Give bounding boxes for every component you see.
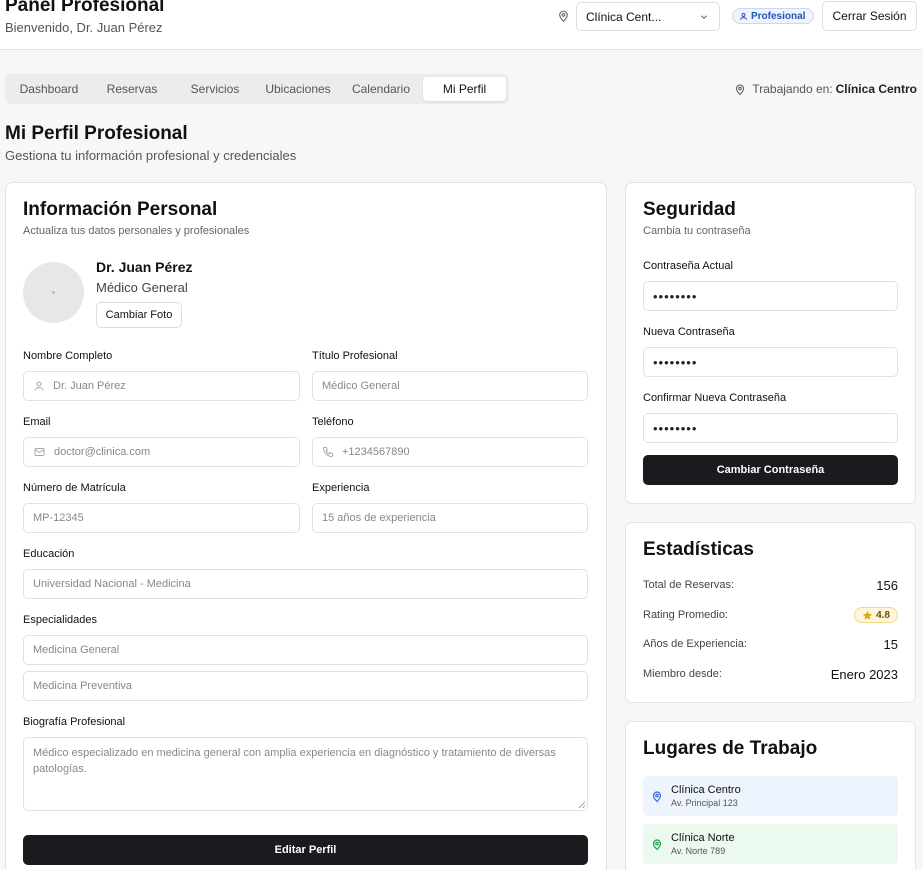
tab-dashboard[interactable]: Dashboard xyxy=(8,77,90,101)
specialty-field-1[interactable]: Medicina General xyxy=(23,635,588,665)
bio-value: Médico especializado en medicina general… xyxy=(33,747,556,775)
phone-label: Teléfono xyxy=(312,416,354,428)
prof-title-label: Título Profesional xyxy=(312,350,398,362)
location-pin-icon xyxy=(652,790,662,802)
current-password-label: Contraseña Actual xyxy=(643,260,733,272)
tab-reservas[interactable]: Reservas xyxy=(91,77,173,101)
education-value: Universidad Nacional - Medicina xyxy=(33,578,191,590)
user-icon xyxy=(740,12,747,20)
security-subtitle: Cambia tu contraseña xyxy=(643,225,751,237)
rating-badge: 4.8 xyxy=(854,607,898,623)
full-name-field[interactable]: Dr. Juan Pérez xyxy=(23,371,300,401)
tab-servicios[interactable]: Servicios xyxy=(174,77,256,101)
role-badge: Profesional xyxy=(732,8,815,24)
page-title: Mi Perfil Profesional xyxy=(5,123,188,144)
email-label: Email xyxy=(23,416,51,428)
current-password-value: •••••••• xyxy=(653,288,698,304)
new-password-input[interactable]: •••••••• xyxy=(643,347,898,377)
page-subtitle: Gestiona tu información profesional y cr… xyxy=(5,148,297,163)
personal-info-title: Información Personal xyxy=(23,199,218,220)
workplace-item[interactable]: Clínica Centro Av. Principal 123 xyxy=(643,776,898,816)
current-password-input[interactable]: •••••••• xyxy=(643,281,898,311)
working-at: Trabajando en: Clínica Centro xyxy=(734,82,917,96)
profile-name: Dr. Juan Pérez xyxy=(96,259,193,275)
mail-icon xyxy=(34,448,45,456)
rating-value: 4.8 xyxy=(876,609,890,621)
working-prefix: Trabajando en: xyxy=(752,82,833,96)
stat-label-experience: Años de Experiencia: xyxy=(643,638,747,650)
education-field[interactable]: Universidad Nacional - Medicina xyxy=(23,569,588,599)
profile-specialty: Médico General xyxy=(96,280,188,295)
workplaces-title: Lugares de Trabajo xyxy=(643,738,818,759)
specialty-value-2: Medicina Preventiva xyxy=(33,680,133,692)
license-field[interactable]: MP-12345 xyxy=(23,503,300,533)
clinic-select[interactable]: Clínica Cent... xyxy=(576,2,720,31)
full-name-label: Nombre Completo xyxy=(23,350,113,362)
confirm-password-input[interactable]: •••••••• xyxy=(643,413,898,443)
experience-value: 15 años de experiencia xyxy=(322,512,436,524)
experience-field[interactable]: 15 años de experiencia xyxy=(312,503,588,533)
stats-title: Estadísticas xyxy=(643,539,754,560)
top-header: Panel Profesional Bienvenido, Dr. Juan P… xyxy=(0,0,923,50)
confirm-password-label: Confirmar Nueva Contraseña xyxy=(643,392,787,404)
change-password-button[interactable]: Cambiar Contraseña xyxy=(643,455,898,485)
experience-label: Experiencia xyxy=(312,482,370,494)
workplace-name: Clínica Centro xyxy=(671,784,741,796)
stat-label-rating: Rating Promedio: xyxy=(643,609,728,621)
phone-field[interactable]: +1234567890 xyxy=(312,437,588,467)
prof-title-field[interactable]: Médico General xyxy=(312,371,588,401)
new-password-value: •••••••• xyxy=(653,354,698,370)
tab-calendario[interactable]: Calendario xyxy=(340,77,422,101)
location-pin-icon xyxy=(652,838,662,850)
location-pin-icon xyxy=(559,10,568,23)
bio-label: Biografía Profesional xyxy=(23,716,126,728)
education-label: Educación xyxy=(23,548,75,560)
phone-value: +1234567890 xyxy=(342,446,410,458)
clinic-select-value: Clínica Cent... xyxy=(586,10,662,24)
edit-profile-button[interactable]: Editar Perfil xyxy=(23,835,588,865)
main-tabs: Dashboard Reservas Servicios Ubicaciones… xyxy=(5,74,509,104)
working-clinic: Clínica Centro xyxy=(835,82,917,96)
specialty-value-1: Medicina General xyxy=(33,644,120,656)
tab-ubicaciones[interactable]: Ubicaciones xyxy=(257,77,339,101)
workplace-item[interactable]: Clínica Norte Av. Norte 789 xyxy=(643,824,898,864)
role-badge-label: Profesional xyxy=(751,10,806,22)
chevron-down-icon xyxy=(701,15,707,19)
workplace-name: Clínica Norte xyxy=(671,832,735,844)
workplace-address: Av. Norte 789 xyxy=(671,846,726,856)
bio-textarea[interactable]: Médico especializado en medicina general… xyxy=(23,737,588,811)
avatar xyxy=(23,262,84,323)
license-label: Número de Matrícula xyxy=(23,482,126,494)
user-icon xyxy=(34,381,44,391)
stat-label-reservas: Total de Reservas: xyxy=(643,579,735,591)
change-photo-button[interactable]: Cambiar Foto xyxy=(96,302,182,328)
stat-value-member: Enero 2023 xyxy=(830,667,898,682)
phone-icon xyxy=(322,447,333,458)
prof-title-value: Médico General xyxy=(322,380,400,392)
logout-button[interactable]: Cerrar Sesión xyxy=(822,1,917,31)
resize-handle-icon[interactable] xyxy=(578,801,585,808)
welcome-text: Bienvenido, Dr. Juan Pérez xyxy=(5,20,163,35)
specialties-label: Especialidades xyxy=(23,614,97,626)
email-field[interactable]: doctor@clinica.com xyxy=(23,437,300,467)
stat-value-experience: 15 xyxy=(883,637,898,652)
tab-mi-perfil[interactable]: Mi Perfil xyxy=(423,77,506,101)
email-value: doctor@clinica.com xyxy=(54,446,151,458)
stat-value-reservas: 156 xyxy=(876,578,898,593)
star-icon xyxy=(863,610,873,620)
confirm-password-value: •••••••• xyxy=(653,420,698,436)
security-title: Seguridad xyxy=(643,199,736,220)
specialty-field-2[interactable]: Medicina Preventiva xyxy=(23,671,588,701)
app-title: Panel Profesional xyxy=(5,0,165,16)
workplace-address: Av. Principal 123 xyxy=(671,798,738,808)
new-password-label: Nueva Contraseña xyxy=(643,326,735,338)
full-name-value: Dr. Juan Pérez xyxy=(53,380,126,392)
location-pin-icon xyxy=(736,84,745,95)
stat-label-member: Miembro desde: xyxy=(643,668,722,680)
personal-info-subtitle: Actualiza tus datos personales y profesi… xyxy=(23,225,250,237)
license-value: MP-12345 xyxy=(33,512,84,524)
